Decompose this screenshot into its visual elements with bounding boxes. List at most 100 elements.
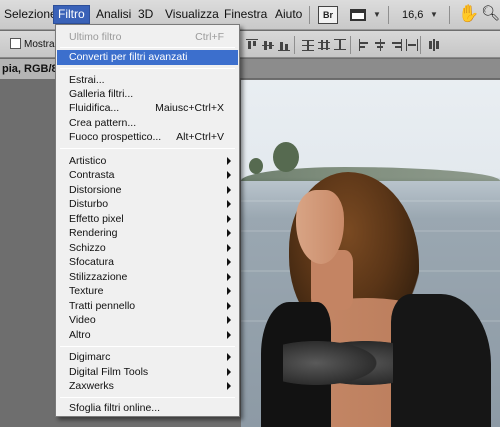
- menu-item-label: Schizzo: [69, 242, 106, 254]
- align-top-icon[interactable]: [246, 39, 258, 51]
- menu-item-label: Sfoglia filtri online...: [69, 402, 161, 414]
- toolbar-separator: [388, 6, 389, 24]
- menu-selezione[interactable]: Selezione: [2, 5, 59, 24]
- menu-item-label: Estrai...: [69, 74, 105, 86]
- menu-item-liquify[interactable]: Fluidifica... Maiusc+Ctrl+X: [57, 101, 238, 115]
- menu-item-label: Distorsione: [69, 184, 122, 196]
- submenu-arrow-icon: [227, 302, 231, 310]
- menu-aiuto[interactable]: Aiuto: [273, 5, 304, 24]
- menu-separator: [60, 397, 235, 398]
- menu-item-label: Contrasta: [69, 169, 115, 181]
- menu-item-browse-filters-online[interactable]: Sfoglia filtri online...: [57, 401, 238, 415]
- distribute-middle-icon[interactable]: [318, 39, 330, 51]
- menu-item-pattern-maker[interactable]: Crea pattern...: [57, 116, 238, 130]
- photo-tree: [273, 142, 299, 172]
- submenu-arrow-icon: [227, 331, 231, 339]
- menu-separator: [60, 68, 235, 69]
- menu-item-label: Disturbo: [69, 198, 109, 210]
- menu-item-texture[interactable]: Texture: [57, 284, 238, 298]
- menu-item-zaxwerks[interactable]: Zaxwerks: [57, 379, 238, 393]
- screen-mode-icon: [350, 9, 366, 21]
- menu-item-video[interactable]: Video: [57, 313, 238, 327]
- menu-item-label: Artistico: [69, 155, 107, 167]
- dropdown-arrow-icon[interactable]: ▼: [373, 10, 381, 19]
- document-image[interactable]: [241, 80, 500, 427]
- toolbar-separator: [309, 6, 310, 24]
- bridge-button[interactable]: Br: [318, 6, 338, 24]
- distribute-center-icon[interactable]: [374, 39, 386, 51]
- menu-item-label: Converti per filtri avanzati: [69, 51, 188, 63]
- menu-item-shortcut: Ctrl+F: [195, 31, 224, 43]
- zoom-level[interactable]: 16,6: [402, 9, 423, 21]
- menu-item-label: Texture: [69, 285, 104, 297]
- submenu-arrow-icon: [227, 316, 231, 324]
- submenu-arrow-icon: [227, 215, 231, 223]
- distribute-left-icon[interactable]: [358, 39, 370, 51]
- menu-3d[interactable]: 3D: [136, 5, 155, 24]
- menu-separator: [60, 346, 235, 347]
- menu-item-sharpen[interactable]: Contrasta: [57, 168, 238, 182]
- menu-item-sketch[interactable]: Schizzo: [57, 241, 238, 255]
- submenu-arrow-icon: [227, 157, 231, 165]
- menu-item-vanishing-point[interactable]: Fuoco prospettico... Alt+Ctrl+V: [57, 130, 238, 144]
- menu-item-filter-gallery[interactable]: Galleria filtri...: [57, 87, 238, 101]
- menu-item-label: Crea pattern...: [69, 117, 137, 129]
- menu-separator: [60, 148, 235, 149]
- menu-item-convert-smart-filters[interactable]: Converti per filtri avanzati: [57, 50, 238, 65]
- menu-item-label: Altro: [69, 329, 91, 341]
- menu-item-label: Fluidifica...: [69, 102, 120, 114]
- align-middle-icon[interactable]: [262, 39, 274, 51]
- menu-item-digital-film-tools[interactable]: Digital Film Tools: [57, 365, 238, 379]
- menu-item-render[interactable]: Rendering: [57, 226, 238, 240]
- menu-finestra[interactable]: Finestra: [222, 5, 269, 24]
- distribute-right-icon[interactable]: [390, 39, 402, 51]
- menu-item-noise[interactable]: Disturbo: [57, 197, 238, 211]
- toolbar-separator: [449, 6, 450, 24]
- document-tab[interactable]: pia, RGB/8*: [0, 59, 56, 79]
- menu-item-stylize[interactable]: Stilizzazione: [57, 270, 238, 284]
- distribute-bottom-icon[interactable]: [334, 39, 346, 51]
- menu-item-other[interactable]: Altro: [57, 328, 238, 342]
- align-bottom-icon[interactable]: [278, 39, 290, 51]
- menu-item-label: Video: [69, 314, 96, 326]
- menu-item-label: Sfocatura: [69, 256, 114, 268]
- show-controls-checkbox[interactable]: [10, 38, 21, 49]
- menu-item-label: Effetto pixel: [69, 213, 124, 225]
- menu-item-label: Zaxwerks: [69, 380, 114, 392]
- menu-item-label: Fuoco prospettico...: [69, 131, 162, 143]
- auto-align-icon[interactable]: [428, 39, 440, 51]
- submenu-arrow-icon: [227, 186, 231, 194]
- submenu-arrow-icon: [227, 368, 231, 376]
- photo-tree: [249, 158, 263, 174]
- menu-item-label: Tratti pennello: [69, 300, 136, 312]
- menu-item-shortcut: Maiusc+Ctrl+X: [155, 102, 224, 114]
- menu-item-label: Galleria filtri...: [69, 88, 134, 100]
- photo-top: [283, 335, 393, 391]
- submenu-arrow-icon: [227, 200, 231, 208]
- menu-item-artistic[interactable]: Artistico: [57, 154, 238, 168]
- distribute-top-icon[interactable]: [302, 39, 314, 51]
- menu-item-brush-strokes[interactable]: Tratti pennello: [57, 299, 238, 313]
- submenu-arrow-icon: [227, 353, 231, 361]
- menu-separator: [60, 47, 235, 48]
- photo-cardigan-right: [391, 294, 491, 427]
- submenu-arrow-icon: [227, 382, 231, 390]
- submenu-arrow-icon: [227, 273, 231, 281]
- menu-item-extract[interactable]: Estrai...: [57, 73, 238, 87]
- menu-item-distort[interactable]: Distorsione: [57, 183, 238, 197]
- menu-analisi[interactable]: Analisi: [94, 5, 133, 24]
- menu-visualizza[interactable]: Visualizza: [163, 5, 221, 24]
- zoom-tool-icon[interactable]: 🔍︎: [481, 4, 500, 24]
- menu-filtro[interactable]: Filtro: [53, 5, 90, 24]
- menu-item-blur[interactable]: Sfocatura: [57, 255, 238, 269]
- distribute-horizontal-icon[interactable]: [406, 39, 418, 51]
- hand-tool-icon[interactable]: ✋: [458, 4, 479, 24]
- zoom-dropdown-arrow-icon[interactable]: ▼: [430, 10, 438, 19]
- menu-item-label: Digimarc: [69, 351, 111, 363]
- menu-item-label: Ultimo filtro: [69, 31, 122, 43]
- menu-item-pixelate[interactable]: Effetto pixel: [57, 212, 238, 226]
- menu-item-digimarc[interactable]: Digimarc: [57, 350, 238, 364]
- screen-mode-button[interactable]: [349, 6, 369, 24]
- menu-item-label: Digital Film Tools: [69, 366, 149, 378]
- filter-menu: Ultimo filtro Ctrl+F Converti per filtri…: [55, 24, 240, 417]
